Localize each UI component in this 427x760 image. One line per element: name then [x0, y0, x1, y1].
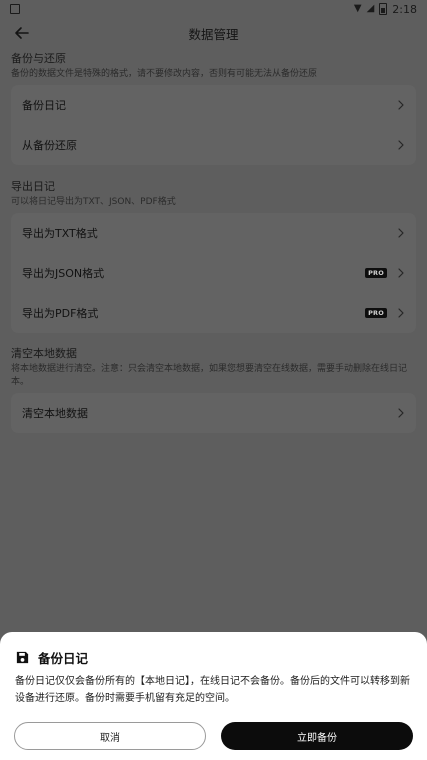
section-title-clear: 清空本地数据 [11, 347, 77, 360]
sheet-header: 备份日记 [15, 648, 88, 667]
status-time: 2:18 [392, 2, 417, 16]
chevron-right-icon [398, 268, 404, 278]
row-export-txt[interactable]: 导出为TXT格式 [11, 213, 416, 253]
cancel-button[interactable]: 取消 [14, 722, 206, 750]
chevron-right-icon [398, 228, 404, 238]
row-label: 从备份还原 [22, 139, 77, 152]
pro-badge: PRO [365, 308, 387, 318]
sheet-body-text: 备份日记仅仅会备份所有的【本地日记】，在线日记不会备份。备份后的文件可以转移到新… [15, 676, 410, 704]
row-label: 导出为PDF格式 [22, 307, 99, 320]
row-export-json[interactable]: 导出为JSON格式 PRO [11, 253, 416, 293]
bottom-sheet: 备份日记 备份日记仅仅会备份所有的【本地日记】，在线日记不会备份。备份后的文件可… [0, 632, 427, 760]
chevron-right-icon [398, 100, 404, 110]
section-desc-clear: 将本地数据进行清空。注意：只会清空本地数据，如果您想要清空在线数据，需要手动删除… [11, 364, 408, 387]
arrow-left-icon[interactable] [12, 23, 32, 43]
wifi-icon: ▼ [353, 3, 362, 14]
chevron-right-icon [398, 140, 404, 150]
app-bar: 数据管理 [0, 18, 427, 48]
page-title: 数据管理 [188, 26, 239, 42]
row-label: 清空本地数据 [22, 407, 88, 420]
chevron-right-icon [398, 308, 404, 318]
card-export: 导出为TXT格式 导出为JSON格式 PRO 导出为PDF格式 PRO [11, 213, 416, 333]
card-clear: 清空本地数据 [11, 393, 416, 433]
row-label: 备份日记 [22, 99, 66, 112]
chevron-right-icon [398, 408, 404, 418]
section-title-backup: 备份与还原 [11, 52, 66, 65]
card-backup: 备份日记 从备份还原 [11, 85, 416, 165]
section-title-export: 导出日记 [11, 180, 55, 193]
row-label: 导出为TXT格式 [22, 227, 98, 240]
sheet-title: 备份日记 [38, 651, 89, 666]
section-desc-backup: 备份的数据文件是特殊的格式，请不要修改内容，否则有可能无法从备份还原 [11, 69, 318, 79]
row-backup-diary[interactable]: 备份日记 [11, 85, 416, 125]
status-bar: ▼ ◢ 2:18 [0, 0, 427, 18]
row-clear-local-data[interactable]: 清空本地数据 [11, 393, 416, 433]
signal-icon: ◢ [366, 3, 375, 14]
notification-icon [10, 4, 20, 14]
floppy-disk-icon [16, 651, 29, 664]
backup-now-button[interactable]: 立即备份 [221, 722, 413, 750]
battery-icon [379, 3, 388, 15]
row-export-pdf[interactable]: 导出为PDF格式 PRO [11, 293, 416, 333]
section-desc-export: 可以将日记导出为TXT、JSON、PDF格式 [11, 197, 176, 207]
pro-badge: PRO [365, 268, 387, 278]
row-label: 导出为JSON格式 [22, 267, 105, 280]
row-restore-backup[interactable]: 从备份还原 [11, 125, 416, 165]
